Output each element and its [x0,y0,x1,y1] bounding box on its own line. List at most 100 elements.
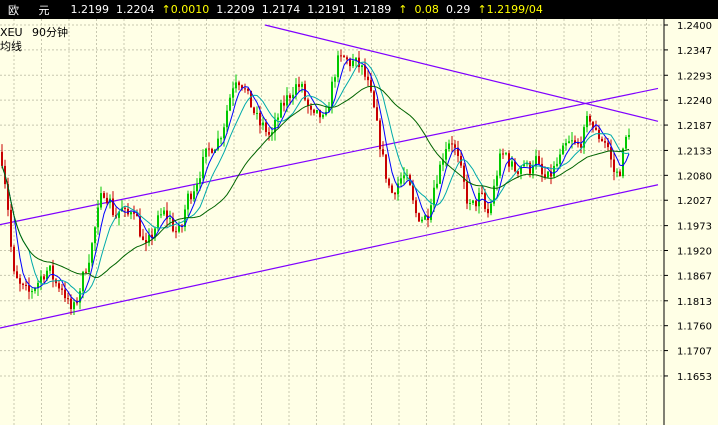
candle-down [244,88,246,90]
candle-up [316,109,318,113]
candle-down [454,144,456,148]
candle-down [481,192,483,194]
candle-down [289,95,291,99]
candle-up [490,203,492,214]
candle-up [193,191,195,200]
candle-down [133,212,135,214]
instrument-name: 欧 元 [8,3,58,17]
candle-up [292,94,294,99]
candle-up [40,276,42,283]
candle-down [391,185,393,193]
candle-up [556,163,558,166]
candle-down [610,147,612,160]
candle-down [25,284,27,286]
candle-up [433,187,435,206]
candle-down [595,127,597,130]
candle-up [511,161,513,167]
quote-amplitude: 0.29 [445,3,471,16]
candle-up [469,202,471,204]
candle-up [256,112,258,114]
candle-up [361,65,363,68]
candle-up [88,262,90,273]
candle-up [439,164,441,184]
candle-up [403,175,405,179]
candle-up [205,148,207,157]
candle-down [313,109,315,113]
candle-up [187,193,189,210]
candle-up [163,210,165,215]
candle-down [487,208,489,214]
candle-down [412,185,414,201]
candle-up [94,227,96,244]
axis-tick-label: 1.1813 [677,297,712,308]
candle-up [286,95,288,106]
candle-up [559,154,561,164]
candle-up [157,215,159,229]
candle-up [97,207,99,228]
trendlines [0,24,659,329]
candle-down [259,112,261,126]
quote-value: 1.2209 [216,3,255,16]
quote-value: 1.2189 [352,3,392,16]
candle-down [598,129,600,139]
candle-down [268,132,270,135]
axis-tick-label: 1.2240 [677,96,712,107]
trendline [0,184,659,329]
candle-down [19,278,21,284]
axis-tick-label: 1.1707 [677,347,712,358]
candle-down [124,207,126,209]
price-chart[interactable]: 1.2400 1.2347 1.2293 1.2240 1.2187 1.2133 1.20… [0,19,718,425]
candle-down [589,115,591,122]
legend-period: 90分钟 [32,25,68,39]
quote-change: ↑0.0010 [161,3,210,16]
candle-up [73,302,75,310]
candle-down [475,200,477,207]
candle-down [604,141,606,143]
candle-down [343,55,345,58]
axis-tick-label: 1.2187 [677,121,712,132]
price-axis: 1.2400 1.2347 1.2293 1.2240 1.2187 1.2133 1.20… [664,21,712,383]
up-arrow-icon: ↑ [398,3,408,16]
candle-down [541,163,543,175]
quote-value: 1.2199 [70,3,110,16]
candle-down [13,246,15,272]
candle-down [10,209,12,247]
candle-up [337,55,339,78]
candle-down [607,142,609,148]
candle-down [283,102,285,106]
candle-down [346,57,348,60]
candle-up [262,122,264,126]
candle-up [280,102,282,118]
candle-down [61,288,63,290]
axis-tick-label: 1.2293 [677,71,712,82]
candle-down [577,143,579,145]
candle-up [352,60,354,67]
candle-up [31,291,33,293]
candle-down [613,159,615,172]
candle-down [601,138,603,142]
candle-up [160,214,162,216]
axis-tick-label: 1.1653 [677,372,712,383]
candle-up [322,114,324,118]
candle-up [571,140,573,142]
candle-up [277,117,279,120]
candle-up [472,200,474,203]
candle-up [547,171,549,178]
candle-up [196,183,198,192]
candle-up [334,77,336,82]
candle-up [100,193,102,208]
candle-up [565,143,567,146]
candlestick-series [1,49,630,315]
quote-bar: 欧 元 1.2199 1.2204 ↑0.0010 1.2209 1.2174 … [0,0,718,19]
candle-up [301,83,303,87]
candle-up [220,138,222,140]
candle-up [91,243,93,263]
axis-tick-label: 1.1973 [677,222,712,233]
legend-symbol: XEU [0,26,23,39]
candle-up [295,84,297,95]
candle-down [103,193,105,198]
candle-up [223,127,225,139]
candle-up [202,156,204,179]
candle-up [448,143,450,150]
candle-up [496,175,498,186]
